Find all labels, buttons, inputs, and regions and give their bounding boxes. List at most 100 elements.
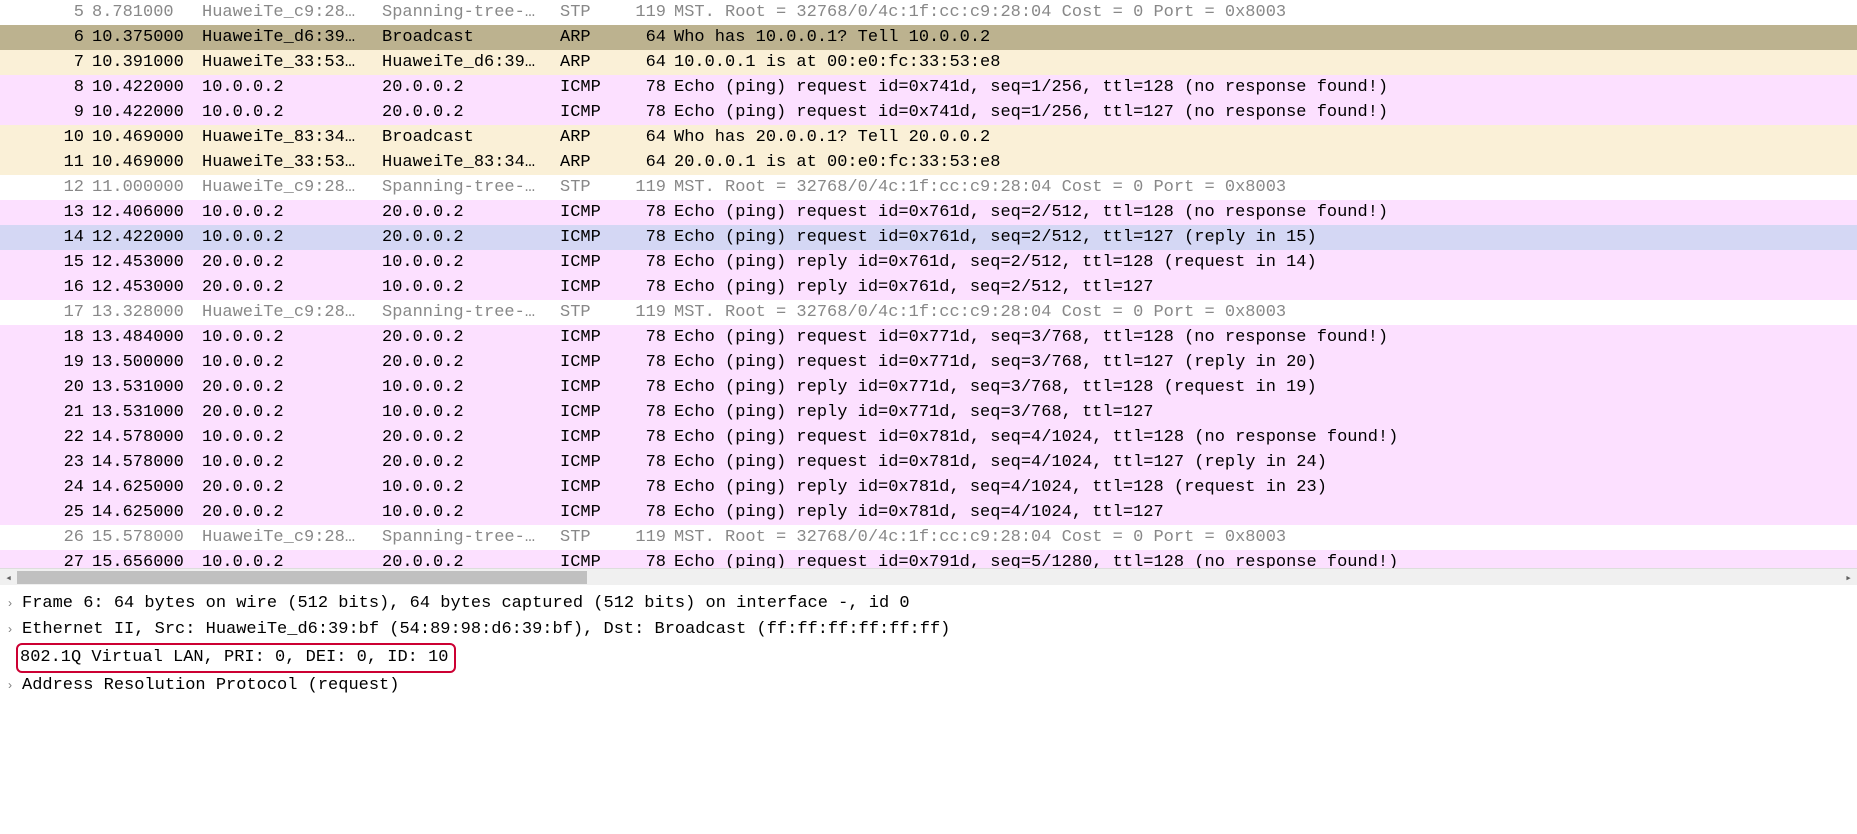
- detail-ethernet-line[interactable]: › Ethernet II, Src: HuaweiTe_d6:39:bf (5…: [0, 617, 1857, 643]
- packet-row[interactable]: 58.781000HuaweiTe_c9:28…Spanning-tree-…S…: [0, 0, 1857, 25]
- col-time: 8.781000: [88, 0, 198, 25]
- col-info: 20.0.0.1 is at 00:e0:fc:33:53:e8: [670, 150, 1857, 175]
- col-length: 78: [614, 350, 670, 375]
- detail-arp-line[interactable]: › Address Resolution Protocol (request): [0, 673, 1857, 699]
- col-no: 12: [0, 175, 88, 200]
- detail-frame-line[interactable]: › Frame 6: 64 bytes on wire (512 bits), …: [0, 591, 1857, 617]
- packet-list-h-scrollbar[interactable]: ◂ ▸: [0, 568, 1857, 585]
- col-no: 24: [0, 475, 88, 500]
- col-source: 20.0.0.2: [198, 400, 378, 425]
- packet-row[interactable]: 710.391000HuaweiTe_33:53…HuaweiTe_d6:39……: [0, 50, 1857, 75]
- packet-row[interactable]: 2615.578000HuaweiTe_c9:28…Spanning-tree-…: [0, 525, 1857, 550]
- col-length: 78: [614, 75, 670, 100]
- scroll-left-arrow-icon[interactable]: ◂: [0, 569, 17, 586]
- packet-row[interactable]: 810.42200010.0.0.220.0.0.2ICMP78Echo (pi…: [0, 75, 1857, 100]
- col-info: MST. Root = 32768/0/4c:1f:cc:c9:28:04 Co…: [670, 300, 1857, 325]
- packet-row[interactable]: 1412.42200010.0.0.220.0.0.2ICMP78Echo (p…: [0, 225, 1857, 250]
- col-info: Echo (ping) request id=0x791d, seq=5/128…: [670, 550, 1857, 568]
- packet-row[interactable]: 2314.57800010.0.0.220.0.0.2ICMP78Echo (p…: [0, 450, 1857, 475]
- col-no: 5: [0, 0, 88, 25]
- col-time: 10.469000: [88, 150, 198, 175]
- col-time: 12.453000: [88, 275, 198, 300]
- col-info: Echo (ping) request id=0x741d, seq=1/256…: [670, 100, 1857, 125]
- col-length: 64: [614, 125, 670, 150]
- col-source: HuaweiTe_c9:28…: [198, 0, 378, 25]
- expand-icon[interactable]: ›: [2, 673, 18, 699]
- packet-row[interactable]: 1813.48400010.0.0.220.0.0.2ICMP78Echo (p…: [0, 325, 1857, 350]
- packet-row[interactable]: 1110.469000HuaweiTe_33:53…HuaweiTe_83:34…: [0, 150, 1857, 175]
- col-destination: 20.0.0.2: [378, 200, 556, 225]
- col-destination: Broadcast: [378, 125, 556, 150]
- col-source: 20.0.0.2: [198, 475, 378, 500]
- packet-row[interactable]: 1612.45300020.0.0.210.0.0.2ICMP78Echo (p…: [0, 275, 1857, 300]
- col-time: 14.578000: [88, 425, 198, 450]
- col-length: 78: [614, 425, 670, 450]
- col-source: 20.0.0.2: [198, 375, 378, 400]
- col-source: 10.0.0.2: [198, 550, 378, 568]
- packet-row[interactable]: 1312.40600010.0.0.220.0.0.2ICMP78Echo (p…: [0, 200, 1857, 225]
- packet-row[interactable]: 2013.53100020.0.0.210.0.0.2ICMP78Echo (p…: [0, 375, 1857, 400]
- col-protocol: ICMP: [556, 100, 614, 125]
- col-protocol: ICMP: [556, 550, 614, 568]
- expand-icon[interactable]: ›: [2, 617, 18, 643]
- packet-row[interactable]: 2414.62500020.0.0.210.0.0.2ICMP78Echo (p…: [0, 475, 1857, 500]
- col-protocol: ICMP: [556, 325, 614, 350]
- col-no: 10: [0, 125, 88, 150]
- col-protocol: ARP: [556, 125, 614, 150]
- col-source: HuaweiTe_83:34…: [198, 125, 378, 150]
- detail-arp-text: Address Resolution Protocol (request): [18, 673, 399, 699]
- col-time: 10.469000: [88, 125, 198, 150]
- col-destination: HuaweiTe_83:34…: [378, 150, 556, 175]
- col-protocol: ARP: [556, 25, 614, 50]
- col-info: Echo (ping) reply id=0x781d, seq=4/1024,…: [670, 500, 1857, 525]
- packet-row[interactable]: 1010.469000HuaweiTe_83:34…BroadcastARP64…: [0, 125, 1857, 150]
- col-info: Echo (ping) request id=0x781d, seq=4/102…: [670, 450, 1857, 475]
- col-source: 10.0.0.2: [198, 75, 378, 100]
- col-source: 10.0.0.2: [198, 450, 378, 475]
- col-no: 18: [0, 325, 88, 350]
- col-length: 78: [614, 250, 670, 275]
- col-destination: 20.0.0.2: [378, 325, 556, 350]
- col-no: 23: [0, 450, 88, 475]
- packet-detail-pane[interactable]: › Frame 6: 64 bytes on wire (512 bits), …: [0, 585, 1857, 699]
- col-info: Who has 20.0.0.1? Tell 20.0.0.2: [670, 125, 1857, 150]
- packet-row[interactable]: 1211.000000HuaweiTe_c9:28…Spanning-tree-…: [0, 175, 1857, 200]
- col-no: 15: [0, 250, 88, 275]
- col-destination: 20.0.0.2: [378, 225, 556, 250]
- col-destination: Spanning-tree-…: [378, 175, 556, 200]
- detail-vlan-line[interactable]: 802.1Q Virtual LAN, PRI: 0, DEI: 0, ID: …: [0, 643, 1857, 673]
- col-source: HuaweiTe_d6:39…: [198, 25, 378, 50]
- col-protocol: ICMP: [556, 375, 614, 400]
- col-time: 14.625000: [88, 500, 198, 525]
- col-no: 13: [0, 200, 88, 225]
- scroll-right-arrow-icon[interactable]: ▸: [1840, 569, 1857, 586]
- col-destination: 10.0.0.2: [378, 275, 556, 300]
- packet-row[interactable]: 610.375000HuaweiTe_d6:39…BroadcastARP64W…: [0, 25, 1857, 50]
- col-info: Echo (ping) request id=0x761d, seq=2/512…: [670, 200, 1857, 225]
- col-time: 12.422000: [88, 225, 198, 250]
- col-info: Echo (ping) request id=0x771d, seq=3/768…: [670, 350, 1857, 375]
- packet-row[interactable]: 2514.62500020.0.0.210.0.0.2ICMP78Echo (p…: [0, 500, 1857, 525]
- packet-row[interactable]: 1913.50000010.0.0.220.0.0.2ICMP78Echo (p…: [0, 350, 1857, 375]
- packet-row[interactable]: 2113.53100020.0.0.210.0.0.2ICMP78Echo (p…: [0, 400, 1857, 425]
- packet-row[interactable]: 2214.57800010.0.0.220.0.0.2ICMP78Echo (p…: [0, 425, 1857, 450]
- col-time: 14.625000: [88, 475, 198, 500]
- detail-vlan-text: 802.1Q Virtual LAN, PRI: 0, DEI: 0, ID: …: [20, 648, 448, 667]
- col-protocol: ARP: [556, 150, 614, 175]
- col-time: 10.422000: [88, 75, 198, 100]
- detail-ethernet-text: Ethernet II, Src: HuaweiTe_d6:39:bf (54:…: [18, 617, 950, 643]
- packet-list-pane[interactable]: 58.781000HuaweiTe_c9:28… Spanning-tree-… S…: [0, 0, 1857, 568]
- scroll-thumb[interactable]: [17, 571, 587, 584]
- packet-row[interactable]: 2715.65600010.0.0.220.0.0.2ICMP78Echo (p…: [0, 550, 1857, 568]
- col-length: 78: [614, 100, 670, 125]
- expand-icon[interactable]: ›: [2, 591, 18, 617]
- col-no: 27: [0, 550, 88, 568]
- col-length: 119: [614, 175, 670, 200]
- packet-row[interactable]: 910.42200010.0.0.220.0.0.2ICMP78Echo (pi…: [0, 100, 1857, 125]
- col-no: 17: [0, 300, 88, 325]
- packet-row[interactable]: 1512.45300020.0.0.210.0.0.2ICMP78Echo (p…: [0, 250, 1857, 275]
- col-destination: 10.0.0.2: [378, 400, 556, 425]
- packet-row[interactable]: 1713.328000HuaweiTe_c9:28…Spanning-tree-…: [0, 300, 1857, 325]
- col-protocol: ICMP: [556, 500, 614, 525]
- col-destination: Spanning-tree-…: [378, 300, 556, 325]
